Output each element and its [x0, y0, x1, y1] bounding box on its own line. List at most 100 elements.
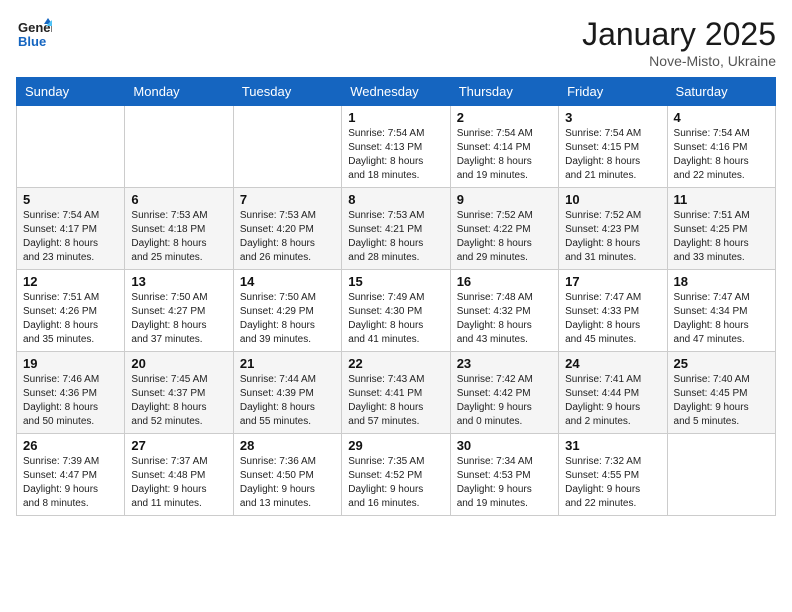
day-number: 20: [131, 356, 226, 371]
calendar-cell: [17, 106, 125, 188]
calendar-cell: 5Sunrise: 7:54 AM Sunset: 4:17 PM Daylig…: [17, 188, 125, 270]
weekday-header-tuesday: Tuesday: [233, 78, 341, 106]
weekday-header-row: SundayMondayTuesdayWednesdayThursdayFrid…: [17, 78, 776, 106]
calendar-cell: 12 Sunrise: 7:51 AM Sunset: 4:26 PM Dayli…: [17, 270, 125, 352]
logo: General Blue: [16, 16, 52, 52]
day-number: 7: [240, 192, 335, 207]
logo-icon: General Blue: [16, 16, 52, 52]
day-info: Sunrise: 7:49 AM Sunset: 4:30 PM Dayligh…: [348, 291, 443, 347]
week-row-5: 26 Sunrise: 7:39 AM Sunset: 4:47 PM Dayli…: [17, 434, 776, 516]
day-number: 16: [457, 274, 552, 289]
day-info: Sunrise: 7:47 AM Sunset: 4:33 PM Dayligh…: [565, 291, 660, 347]
calendar-cell: 23Sunrise: 7:42 AM Sunset: 4:42 PM Dayli…: [450, 352, 558, 434]
calendar-cell: 16Sunrise: 7:48 AM Sunset: 4:32 PM Dayli…: [450, 270, 558, 352]
day-number: 29: [348, 438, 443, 453]
location: Nove-Misto, Ukraine: [582, 53, 776, 69]
day-info: Sunrise: 7:35 AM Sunset: 4:52 PM Dayligh…: [348, 455, 443, 511]
calendar-cell: 19 Sunrise: 7:46 AM Sunset: 4:36 PM Dayli…: [17, 352, 125, 434]
day-number: 24: [565, 356, 660, 371]
day-number: 26: [23, 438, 118, 453]
calendar-cell: 2 Sunrise: 7:54 AM Sunset: 4:14 PM Daylig…: [450, 106, 558, 188]
calendar-cell: 10 Sunrise: 7:52 AM Sunset: 4:23 PM Dayli…: [559, 188, 667, 270]
day-number: 8: [348, 192, 443, 207]
day-number: 9: [457, 192, 552, 207]
calendar-cell: 20 Sunrise: 7:45 AM Sunset: 4:37 PM Dayli…: [125, 352, 233, 434]
calendar-cell: 1 Sunrise: 7:54 AM Sunset: 4:13 PM Daylig…: [342, 106, 450, 188]
day-number: 1: [348, 110, 443, 125]
day-number: 12: [23, 274, 118, 289]
day-info: Sunrise: 7:47 AM Sunset: 4:34 PM Dayligh…: [674, 291, 769, 347]
day-number: 14: [240, 274, 335, 289]
day-number: 22: [348, 356, 443, 371]
day-number: 25: [674, 356, 769, 371]
calendar-cell: 9 Sunrise: 7:52 AM Sunset: 4:22 PM Daylig…: [450, 188, 558, 270]
day-info: Sunrise: 7:39 AM Sunset: 4:47 PM Dayligh…: [23, 455, 118, 511]
day-info: Sunrise: 7:50 AM Sunset: 4:29 PM Dayligh…: [240, 291, 335, 347]
day-number: 17: [565, 274, 660, 289]
day-number: 10: [565, 192, 660, 207]
calendar-cell: 14 Sunrise: 7:50 AM Sunset: 4:29 PM Dayli…: [233, 270, 341, 352]
calendar-cell: 8 Sunrise: 7:53 AM Sunset: 4:21 PM Daylig…: [342, 188, 450, 270]
calendar-cell: 28 Sunrise: 7:36 AM Sunset: 4:50 PM Dayli…: [233, 434, 341, 516]
calendar-cell: 26 Sunrise: 7:39 AM Sunset: 4:47 PM Dayli…: [17, 434, 125, 516]
svg-text:Blue: Blue: [18, 34, 46, 49]
calendar-cell: 21Sunrise: 7:44 AM Sunset: 4:39 PM Dayli…: [233, 352, 341, 434]
calendar-cell: 17 Sunrise: 7:47 AM Sunset: 4:33 PM Dayli…: [559, 270, 667, 352]
calendar-cell: 22 Sunrise: 7:43 AM Sunset: 4:41 PM Dayli…: [342, 352, 450, 434]
day-number: 13: [131, 274, 226, 289]
calendar-cell: [667, 434, 775, 516]
calendar-cell: 18Sunrise: 7:47 AM Sunset: 4:34 PM Dayli…: [667, 270, 775, 352]
day-info: Sunrise: 7:54 AM Sunset: 4:14 PM Dayligh…: [457, 127, 552, 183]
month-title: January 2025: [582, 16, 776, 53]
day-info: Sunrise: 7:45 AM Sunset: 4:37 PM Dayligh…: [131, 373, 226, 429]
day-info: Sunrise: 7:52 AM Sunset: 4:23 PM Dayligh…: [565, 209, 660, 265]
day-number: 19: [23, 356, 118, 371]
calendar-cell: 25 Sunrise: 7:40 AM Sunset: 4:45 PM Dayli…: [667, 352, 775, 434]
day-number: 4: [674, 110, 769, 125]
day-info: Sunrise: 7:52 AM Sunset: 4:22 PM Dayligh…: [457, 209, 552, 265]
day-info: Sunrise: 7:53 AM Sunset: 4:18 PM Dayligh…: [131, 209, 226, 265]
day-number: 5: [23, 192, 118, 207]
day-number: 28: [240, 438, 335, 453]
day-number: 11: [674, 192, 769, 207]
calendar-table: SundayMondayTuesdayWednesdayThursdayFrid…: [16, 77, 776, 516]
page-header: General Blue January 2025 Nove-Misto, Uk…: [16, 16, 776, 69]
week-row-2: 5Sunrise: 7:54 AM Sunset: 4:17 PM Daylig…: [17, 188, 776, 270]
week-row-4: 19 Sunrise: 7:46 AM Sunset: 4:36 PM Dayli…: [17, 352, 776, 434]
day-number: 21: [240, 356, 335, 371]
day-info: Sunrise: 7:53 AM Sunset: 4:20 PM Dayligh…: [240, 209, 335, 265]
weekday-header-friday: Friday: [559, 78, 667, 106]
calendar-cell: 7 Sunrise: 7:53 AM Sunset: 4:20 PM Daylig…: [233, 188, 341, 270]
day-info: Sunrise: 7:41 AM Sunset: 4:44 PM Dayligh…: [565, 373, 660, 429]
weekday-header-wednesday: Wednesday: [342, 78, 450, 106]
day-info: Sunrise: 7:46 AM Sunset: 4:36 PM Dayligh…: [23, 373, 118, 429]
day-info: Sunrise: 7:40 AM Sunset: 4:45 PM Dayligh…: [674, 373, 769, 429]
day-info: Sunrise: 7:51 AM Sunset: 4:26 PM Dayligh…: [23, 291, 118, 347]
calendar-cell: 6 Sunrise: 7:53 AM Sunset: 4:18 PM Daylig…: [125, 188, 233, 270]
weekday-header-saturday: Saturday: [667, 78, 775, 106]
calendar-cell: [233, 106, 341, 188]
day-info: Sunrise: 7:53 AM Sunset: 4:21 PM Dayligh…: [348, 209, 443, 265]
day-info: Sunrise: 7:43 AM Sunset: 4:41 PM Dayligh…: [348, 373, 443, 429]
day-number: 2: [457, 110, 552, 125]
calendar-cell: 31 Sunrise: 7:32 AM Sunset: 4:55 PM Dayli…: [559, 434, 667, 516]
day-number: 6: [131, 192, 226, 207]
day-info: Sunrise: 7:54 AM Sunset: 4:13 PM Dayligh…: [348, 127, 443, 183]
day-number: 30: [457, 438, 552, 453]
day-info: Sunrise: 7:36 AM Sunset: 4:50 PM Dayligh…: [240, 455, 335, 511]
day-info: Sunrise: 7:32 AM Sunset: 4:55 PM Dayligh…: [565, 455, 660, 511]
day-info: Sunrise: 7:51 AM Sunset: 4:25 PM Dayligh…: [674, 209, 769, 265]
calendar-cell: 3Sunrise: 7:54 AM Sunset: 4:15 PM Daylig…: [559, 106, 667, 188]
weekday-header-sunday: Sunday: [17, 78, 125, 106]
calendar-cell: 13Sunrise: 7:50 AM Sunset: 4:27 PM Dayli…: [125, 270, 233, 352]
week-row-1: 1 Sunrise: 7:54 AM Sunset: 4:13 PM Daylig…: [17, 106, 776, 188]
day-number: 3: [565, 110, 660, 125]
day-info: Sunrise: 7:54 AM Sunset: 4:16 PM Dayligh…: [674, 127, 769, 183]
day-number: 31: [565, 438, 660, 453]
calendar-cell: 11 Sunrise: 7:51 AM Sunset: 4:25 PM Dayli…: [667, 188, 775, 270]
calendar-cell: 24 Sunrise: 7:41 AM Sunset: 4:44 PM Dayli…: [559, 352, 667, 434]
calendar-cell: 27Sunrise: 7:37 AM Sunset: 4:48 PM Dayli…: [125, 434, 233, 516]
day-info: Sunrise: 7:42 AM Sunset: 4:42 PM Dayligh…: [457, 373, 552, 429]
weekday-header-monday: Monday: [125, 78, 233, 106]
calendar-cell: 4 Sunrise: 7:54 AM Sunset: 4:16 PM Daylig…: [667, 106, 775, 188]
